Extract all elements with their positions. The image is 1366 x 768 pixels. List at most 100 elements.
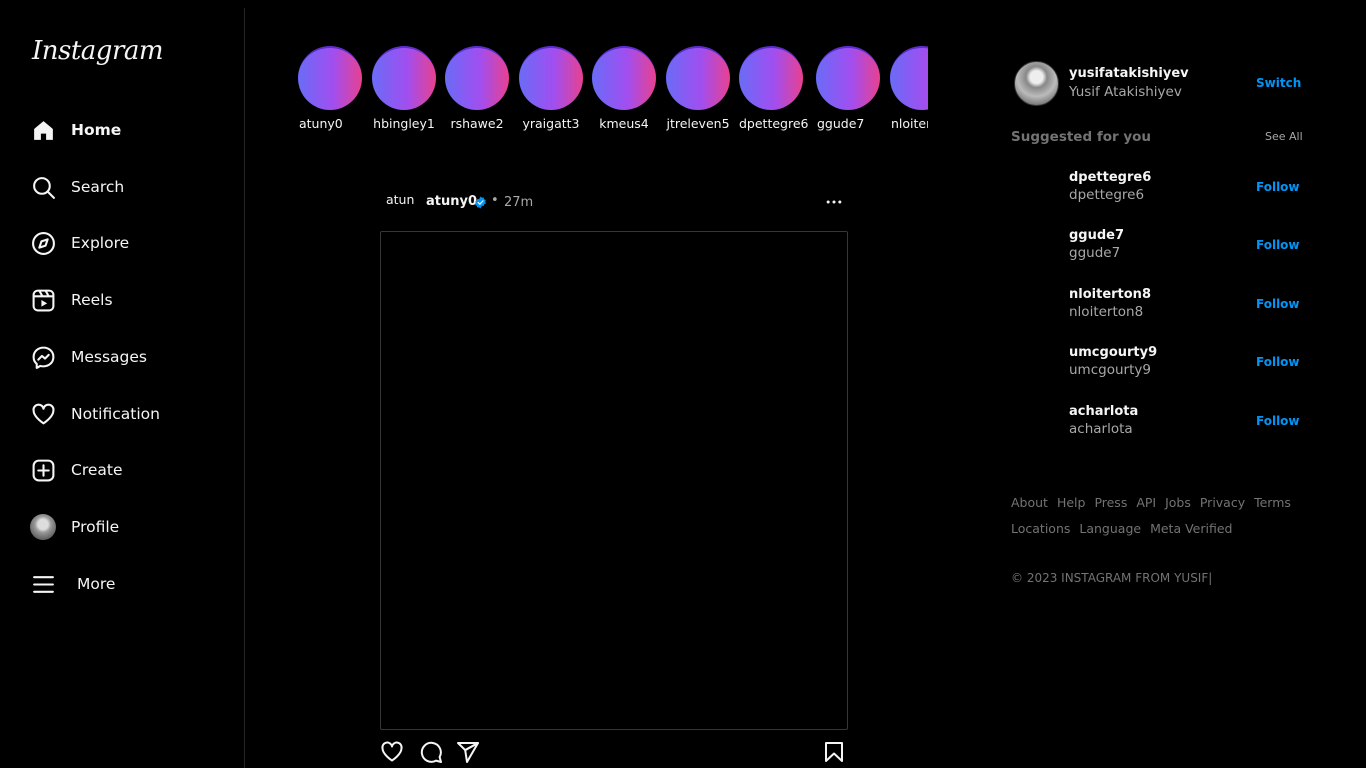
sidebar-item-more[interactable]: More — [30, 564, 115, 604]
post-media[interactable] — [380, 231, 848, 730]
footer-links-row-2: Locations Language Meta Verified — [1011, 521, 1311, 536]
sidebar-item-create[interactable]: Create — [30, 450, 123, 490]
story-username: yraigatt3 — [522, 116, 580, 131]
verified-badge-icon — [475, 196, 486, 209]
suggestion-name: dpettegre6 — [1069, 187, 1145, 203]
plus-square-icon — [30, 457, 56, 483]
sidebar-item-label: More — [77, 575, 116, 593]
story-ring — [519, 46, 583, 110]
sidebar-item-label: Home — [71, 121, 122, 139]
story-username: dpettegre6 — [739, 116, 809, 131]
footer-link-press[interactable]: Press — [1094, 495, 1127, 510]
story-ring — [890, 46, 928, 110]
story-item[interactable]: jtreleven5 — [666, 46, 730, 131]
story-username: rshawe2 — [450, 116, 504, 131]
copyright-text: © 2023 INSTAGRAM FROM YUSIF| — [1011, 571, 1213, 585]
story-ring — [372, 46, 436, 110]
story-username: jtreleven5 — [666, 116, 730, 131]
instagram-logo[interactable]: Instagram — [32, 36, 164, 66]
story-username: nloiterton8 — [891, 116, 928, 131]
sidebar-item-notification[interactable]: Notification — [30, 394, 160, 434]
suggestion-username[interactable]: ggude7 — [1069, 228, 1124, 243]
story-item[interactable]: nloiterton8 — [890, 46, 928, 131]
suggestion-item[interactable]: nloiterton8 nloiterton8 — [1069, 287, 1151, 320]
sidebar-item-label: Notification — [71, 405, 160, 423]
post-username[interactable]: atuny0 — [426, 194, 477, 209]
current-username[interactable]: yusifatakishiyev — [1069, 66, 1189, 81]
footer-link-terms[interactable]: Terms — [1254, 495, 1291, 510]
switch-account-button[interactable]: Switch — [1256, 76, 1301, 90]
story-item[interactable]: hbingley1 — [372, 46, 436, 131]
story-item[interactable]: dpettegre6 — [739, 46, 809, 131]
sidebar-item-label: Search — [71, 178, 125, 196]
follow-button[interactable]: Follow — [1256, 414, 1300, 428]
story-item[interactable]: atuny0 — [298, 46, 362, 131]
suggestion-name: umcgourty9 — [1069, 362, 1151, 378]
story-ring — [816, 46, 880, 110]
bookmark-icon[interactable] — [822, 740, 846, 764]
story-username: kmeus4 — [599, 116, 649, 131]
follow-button[interactable]: Follow — [1256, 355, 1300, 369]
sidebar-item-home[interactable]: Home — [30, 110, 121, 150]
suggestion-item[interactable]: acharlota acharlota — [1069, 404, 1138, 437]
more-options-icon[interactable] — [824, 192, 844, 212]
current-user-avatar[interactable] — [1014, 61, 1059, 106]
footer-link-privacy[interactable]: Privacy — [1200, 495, 1245, 510]
sidebar-item-label: Create — [71, 461, 123, 479]
suggestion-username[interactable]: acharlota — [1069, 404, 1138, 419]
suggestion-item[interactable]: ggude7 ggude7 — [1069, 228, 1124, 261]
search-icon — [30, 174, 56, 200]
story-item[interactable]: rshawe2 — [445, 46, 509, 131]
suggestion-username[interactable]: nloiterton8 — [1069, 287, 1151, 302]
like-heart-icon[interactable] — [380, 740, 404, 764]
current-full-name: Yusif Atakishiyev — [1069, 84, 1182, 100]
suggestion-name: nloiterton8 — [1069, 304, 1144, 320]
sidebar-item-explore[interactable]: Explore — [30, 223, 129, 263]
sidebar-nav: Instagram Home Search Explore Reels Mess… — [0, 8, 245, 768]
story-ring — [666, 46, 730, 110]
story-username: ggude7 — [817, 116, 865, 131]
suggestion-name: acharlota — [1069, 421, 1133, 437]
sidebar-item-label: Reels — [71, 291, 113, 309]
share-send-icon[interactable] — [456, 740, 480, 764]
footer-link-help[interactable]: Help — [1057, 495, 1086, 510]
follow-button[interactable]: Follow — [1256, 297, 1300, 311]
story-username: hbingley1 — [373, 116, 435, 131]
sidebar-item-reels[interactable]: Reels — [30, 280, 113, 320]
footer-link-about[interactable]: About — [1011, 495, 1048, 510]
sidebar-item-label: Messages — [71, 348, 148, 366]
footer-links-row-1: About Help Press API Jobs Privacy Terms — [1011, 495, 1311, 510]
post-avatar[interactable]: atuny0 — [386, 192, 414, 214]
heart-icon — [30, 401, 56, 427]
sidebar-item-search[interactable]: Search — [30, 167, 124, 207]
story-ring — [592, 46, 656, 110]
home-icon — [30, 117, 56, 143]
footer-link-language[interactable]: Language — [1079, 521, 1141, 536]
story-item[interactable]: kmeus4 — [592, 46, 656, 131]
post-timestamp[interactable]: 27m — [504, 195, 533, 210]
stories-bar: atuny0 hbingley1 rshawe2 yraigatt3 kmeus… — [296, 46, 928, 136]
sidebar-item-label: Profile — [71, 518, 120, 536]
sidebar-item-label: Explore — [71, 234, 130, 252]
post-header: atuny0 atuny0 • 27m — [380, 188, 848, 218]
story-item[interactable]: ggude7 — [816, 46, 880, 131]
sidebar-item-profile[interactable]: Profile — [30, 507, 119, 547]
separator-dot: • — [491, 193, 499, 208]
footer-link-api[interactable]: API — [1136, 495, 1156, 510]
footer-link-meta-verified[interactable]: Meta Verified — [1150, 521, 1232, 536]
footer-link-jobs[interactable]: Jobs — [1165, 495, 1191, 510]
suggestion-username[interactable]: dpettegre6 — [1069, 170, 1151, 185]
follow-button[interactable]: Follow — [1256, 238, 1300, 252]
follow-button[interactable]: Follow — [1256, 180, 1300, 194]
comment-icon[interactable] — [419, 740, 443, 764]
story-ring — [739, 46, 803, 110]
see-all-link[interactable]: See All — [1265, 130, 1303, 143]
sidebar-item-messages[interactable]: Messages — [30, 337, 147, 377]
suggestion-item[interactable]: umcgourty9 umcgourty9 — [1069, 345, 1157, 378]
suggestion-item[interactable]: dpettegre6 dpettegre6 — [1069, 170, 1151, 203]
compass-icon — [30, 230, 56, 256]
suggestion-username[interactable]: umcgourty9 — [1069, 345, 1157, 360]
footer-link-locations[interactable]: Locations — [1011, 521, 1070, 536]
story-ring — [445, 46, 509, 110]
story-item[interactable]: yraigatt3 — [519, 46, 583, 131]
